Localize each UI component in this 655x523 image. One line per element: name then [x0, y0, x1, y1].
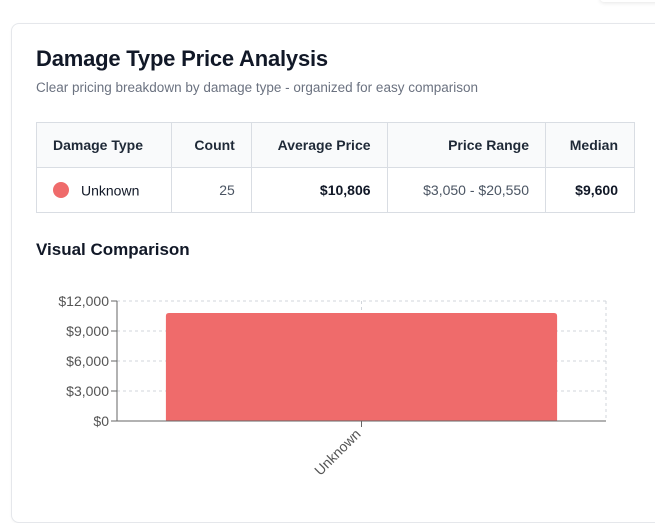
y-tick-label: $12,000 — [58, 293, 109, 309]
y-tick-label: $0 — [93, 413, 109, 429]
y-tick-label: $9,000 — [66, 323, 109, 339]
y-tick-label: $6,000 — [66, 353, 109, 369]
chart-bars — [165, 312, 558, 421]
bar-chart: $0 $3,000 $6,000 $9,000 $12,000 Unknown — [58, 293, 607, 479]
bar-unknown — [165, 312, 558, 421]
x-tick-label: Unknown — [311, 426, 364, 479]
y-tick-label: $3,000 — [66, 383, 109, 399]
